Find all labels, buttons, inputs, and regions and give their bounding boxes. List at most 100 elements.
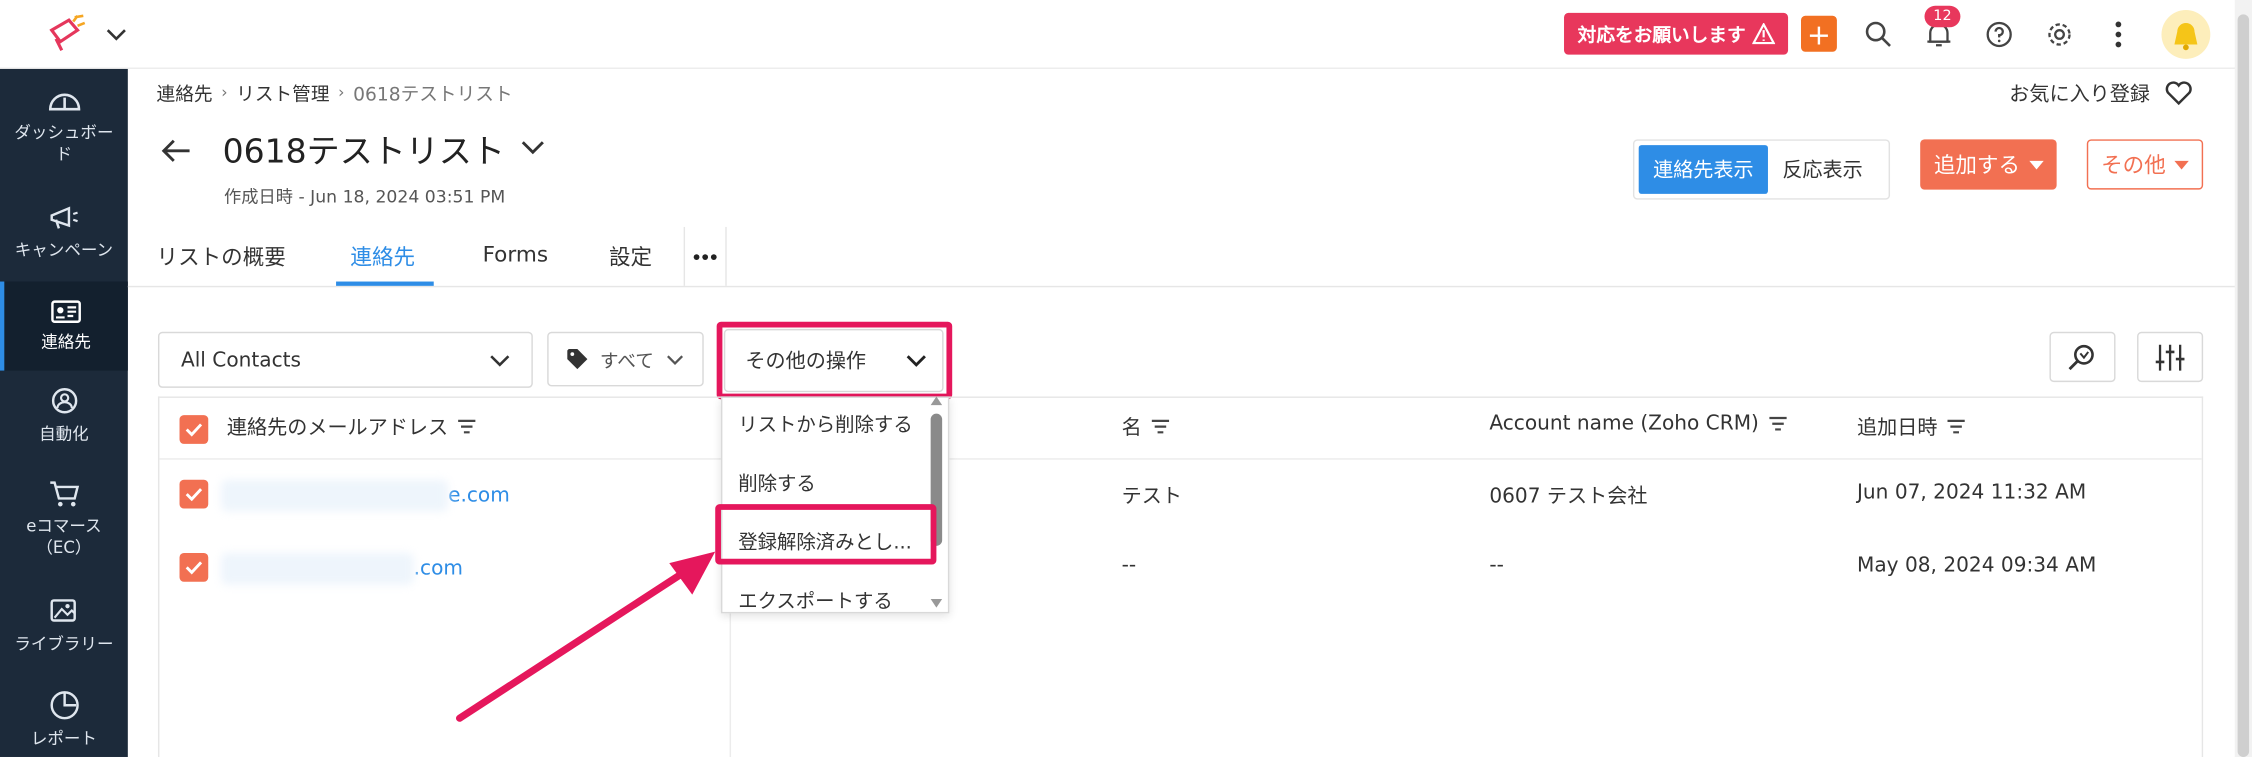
tab-contacts[interactable]: 連絡先	[350, 241, 415, 271]
sidebar-item-label: eコマース（EC）	[26, 515, 102, 558]
chevron-down-icon	[521, 141, 544, 155]
redacted-email	[221, 553, 414, 585]
highlight-box-operations	[716, 321, 953, 400]
sidebar-item-label: 自動化	[39, 423, 89, 444]
sidebar-item-label: ダッシュボード	[14, 122, 114, 164]
row-checkbox[interactable]	[179, 479, 209, 509]
contact-card-icon	[51, 300, 81, 323]
heart-icon	[2165, 81, 2192, 106]
notification-badge: 12	[1924, 5, 1961, 28]
page-scrollbar-thumb[interactable]	[2237, 14, 2250, 757]
other-button[interactable]: その他	[2086, 139, 2204, 190]
help-icon[interactable]	[1982, 17, 2016, 51]
menu-scroll-up-icon[interactable]	[930, 396, 943, 406]
tab-bar: リストの概要 連絡先 Forms 設定	[127, 227, 2252, 288]
favorite-label: お気に入り登録	[2009, 83, 2150, 107]
favorite-button[interactable]: お気に入り登録	[2009, 79, 2193, 108]
row-checkbox[interactable]	[179, 553, 209, 582]
search-icon[interactable]	[1861, 17, 1895, 51]
row-account: 0607 テスト会社	[1489, 485, 1648, 509]
select-all-checkbox[interactable]	[179, 415, 209, 444]
row-added-date: Jun 07, 2024 11:32 AM	[1857, 481, 2087, 505]
tag-icon	[566, 349, 587, 370]
filter-icon	[1947, 419, 1965, 434]
menu-item-delete[interactable]: 削除する	[738, 467, 816, 496]
tags-filter-dropdown[interactable]: すべて	[547, 331, 704, 387]
created-date: 作成日時 - Jun 18, 2024 03:51 PM	[224, 186, 506, 207]
check-icon	[185, 423, 203, 437]
urgent-label: 対応をお願いします	[1577, 25, 1746, 48]
contacts-filter-value: All Contacts	[180, 348, 301, 372]
sidebar-item-contacts[interactable]: 連絡先	[0, 281, 128, 371]
row-email-link[interactable]: .com	[221, 553, 463, 585]
view-toggle: 連絡先表示 反応表示	[1632, 139, 1891, 200]
other-label: その他	[2101, 152, 2166, 179]
row-added-date: May 08, 2024 09:34 AM	[1857, 554, 2097, 578]
sidebar-item-label: ライブラリー	[14, 633, 114, 654]
sliders-icon	[2155, 344, 2185, 370]
menu-scroll-down-icon[interactable]	[930, 598, 943, 608]
plus-icon: +	[1806, 16, 1831, 51]
tab-settings[interactable]: 設定	[609, 241, 652, 271]
chevron-right-icon: ›	[338, 83, 345, 102]
sidebar-item-ecommerce[interactable]: eコマース（EC）	[0, 480, 128, 569]
campaign-logo-icon	[49, 14, 86, 51]
more-tabs-button[interactable]	[683, 226, 727, 286]
filter-icon	[458, 419, 476, 434]
column-header-added[interactable]: 追加日時	[1857, 412, 1966, 441]
gear-icon[interactable]	[2042, 17, 2076, 51]
check-icon	[185, 488, 203, 502]
app-switcher[interactable]	[43, 11, 144, 57]
row-email-link[interactable]: e.com	[221, 479, 510, 512]
sidebar-item-label: 連絡先	[41, 331, 91, 352]
chevron-down-icon	[106, 29, 126, 41]
column-header-account[interactable]: Account name (Zoho CRM)	[1489, 412, 1787, 435]
row-name: テスト	[1121, 485, 1182, 509]
avatar[interactable]	[2161, 10, 2211, 59]
sidebar-item-label: キャンペーン	[14, 239, 114, 260]
breadcrumb-contacts[interactable]: 連絡先	[157, 79, 213, 107]
warning-icon	[1751, 22, 1775, 45]
top-bar	[0, 0, 2252, 69]
chevron-right-icon: ›	[221, 83, 228, 102]
menu-item-remove-from-list[interactable]: リストから削除する	[738, 408, 912, 437]
breadcrumb: 連絡先 › リスト管理 › 0618テストリスト	[157, 79, 513, 106]
back-arrow-icon[interactable]	[161, 138, 193, 164]
sidebar-item-dashboard[interactable]: ダッシュボード	[0, 86, 128, 178]
menu-item-export[interactable]: エクスポートする	[738, 585, 893, 612]
active-tab-indicator	[336, 281, 434, 286]
breadcrumb-current: 0618テストリスト	[353, 84, 513, 107]
annotation-arrow-icon	[455, 551, 716, 722]
column-settings-button[interactable]	[2137, 331, 2204, 383]
search-icon	[2068, 344, 2094, 370]
kebab-icon[interactable]	[2101, 17, 2135, 51]
page-title[interactable]: 0618テストリスト	[223, 124, 545, 173]
reaction-view-button[interactable]: 反応表示	[1771, 145, 1874, 194]
urgent-button[interactable]: 対応をお願いします	[1564, 12, 1789, 55]
quick-add-button[interactable]: +	[1800, 15, 1837, 52]
automation-icon	[51, 388, 77, 414]
bell-avatar-icon	[2174, 22, 2198, 51]
breadcrumb-list-management[interactable]: リスト管理	[236, 79, 329, 107]
chevron-down-icon	[490, 354, 510, 366]
sidebar-item-campaigns[interactable]: キャンペーン	[0, 204, 128, 273]
contacts-view-button[interactable]: 連絡先表示	[1638, 145, 1768, 194]
search-contacts-button[interactable]	[2049, 331, 2116, 383]
dashboard-icon	[48, 93, 80, 111]
tags-filter-value: すべて	[599, 351, 654, 373]
sidebar-item-library[interactable]: ライブラリー	[0, 598, 128, 667]
add-button[interactable]: 追加する	[1920, 139, 2057, 190]
tab-forms[interactable]: Forms	[483, 241, 549, 267]
column-header-email[interactable]: 連絡先のメールアドレス	[227, 412, 477, 441]
sidebar-item-label: レポート	[30, 728, 97, 749]
tab-list-overview[interactable]: リストの概要	[157, 241, 286, 271]
redacted-email	[221, 479, 449, 512]
sidebar-item-reports[interactable]: レポート	[0, 689, 128, 757]
caret-down-icon	[2028, 160, 2043, 169]
add-label: 追加する	[1933, 152, 2021, 179]
filter-icon	[1151, 419, 1170, 434]
sidebar-item-automation[interactable]: 自動化	[0, 388, 128, 457]
contacts-filter-dropdown[interactable]: All Contacts	[157, 331, 533, 388]
row-account: --	[1489, 554, 1504, 578]
column-header-name[interactable]: 名	[1122, 412, 1171, 441]
